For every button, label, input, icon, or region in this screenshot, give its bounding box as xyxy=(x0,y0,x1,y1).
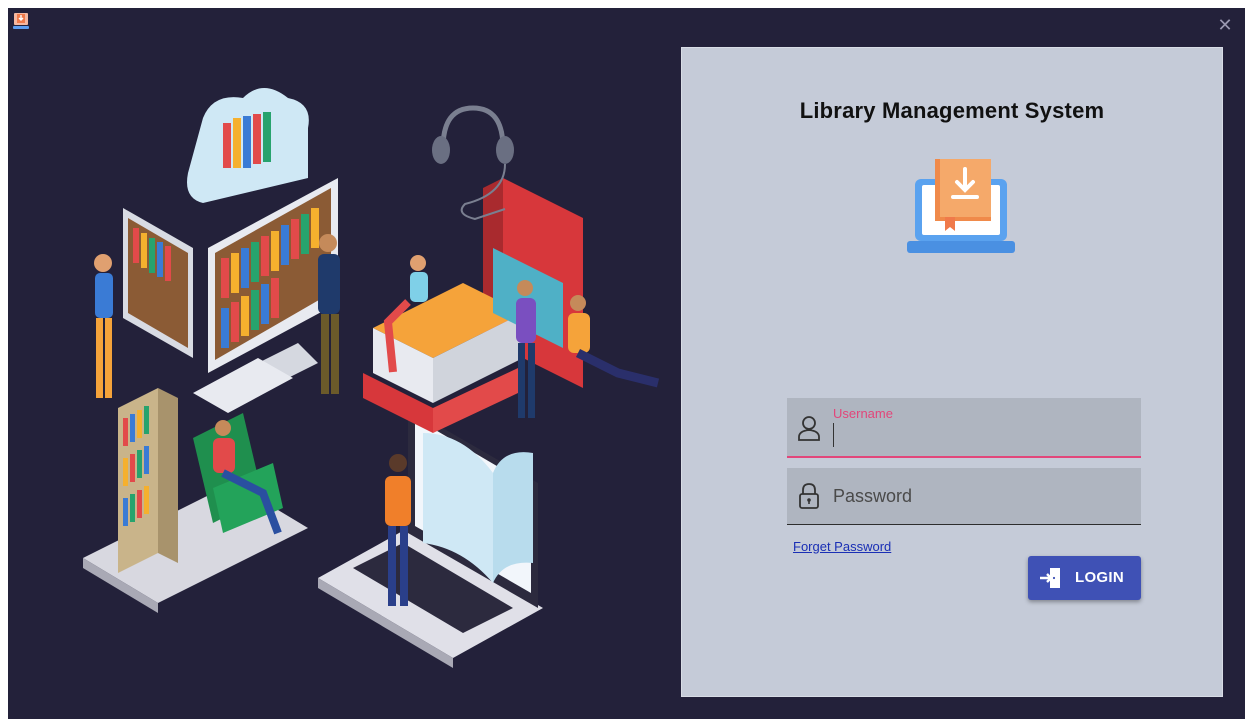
page-title: Library Management System xyxy=(799,98,1105,123)
username-label: Username xyxy=(833,406,893,421)
library-illustration xyxy=(83,88,660,668)
close-icon[interactable]: ✕ xyxy=(1215,16,1235,36)
library-app-icon xyxy=(13,13,29,29)
user-icon xyxy=(798,416,820,441)
login-button[interactable]: LOGIN xyxy=(1028,556,1141,600)
username-input[interactable] xyxy=(833,423,1131,447)
password-input[interactable] xyxy=(833,484,1131,508)
login-window: ✕ Library Management System Username For… xyxy=(8,8,1245,719)
sign-in-icon xyxy=(1040,568,1060,588)
lock-icon xyxy=(799,483,819,509)
forget-password-link[interactable]: Forget Password xyxy=(793,539,891,554)
laptop-download-book-icon xyxy=(907,159,1015,253)
password-field[interactable] xyxy=(787,468,1141,525)
username-field[interactable]: Username xyxy=(787,398,1141,458)
login-button-label: LOGIN xyxy=(1075,569,1124,586)
login-panel: Library Management System Username Forge… xyxy=(681,47,1223,697)
